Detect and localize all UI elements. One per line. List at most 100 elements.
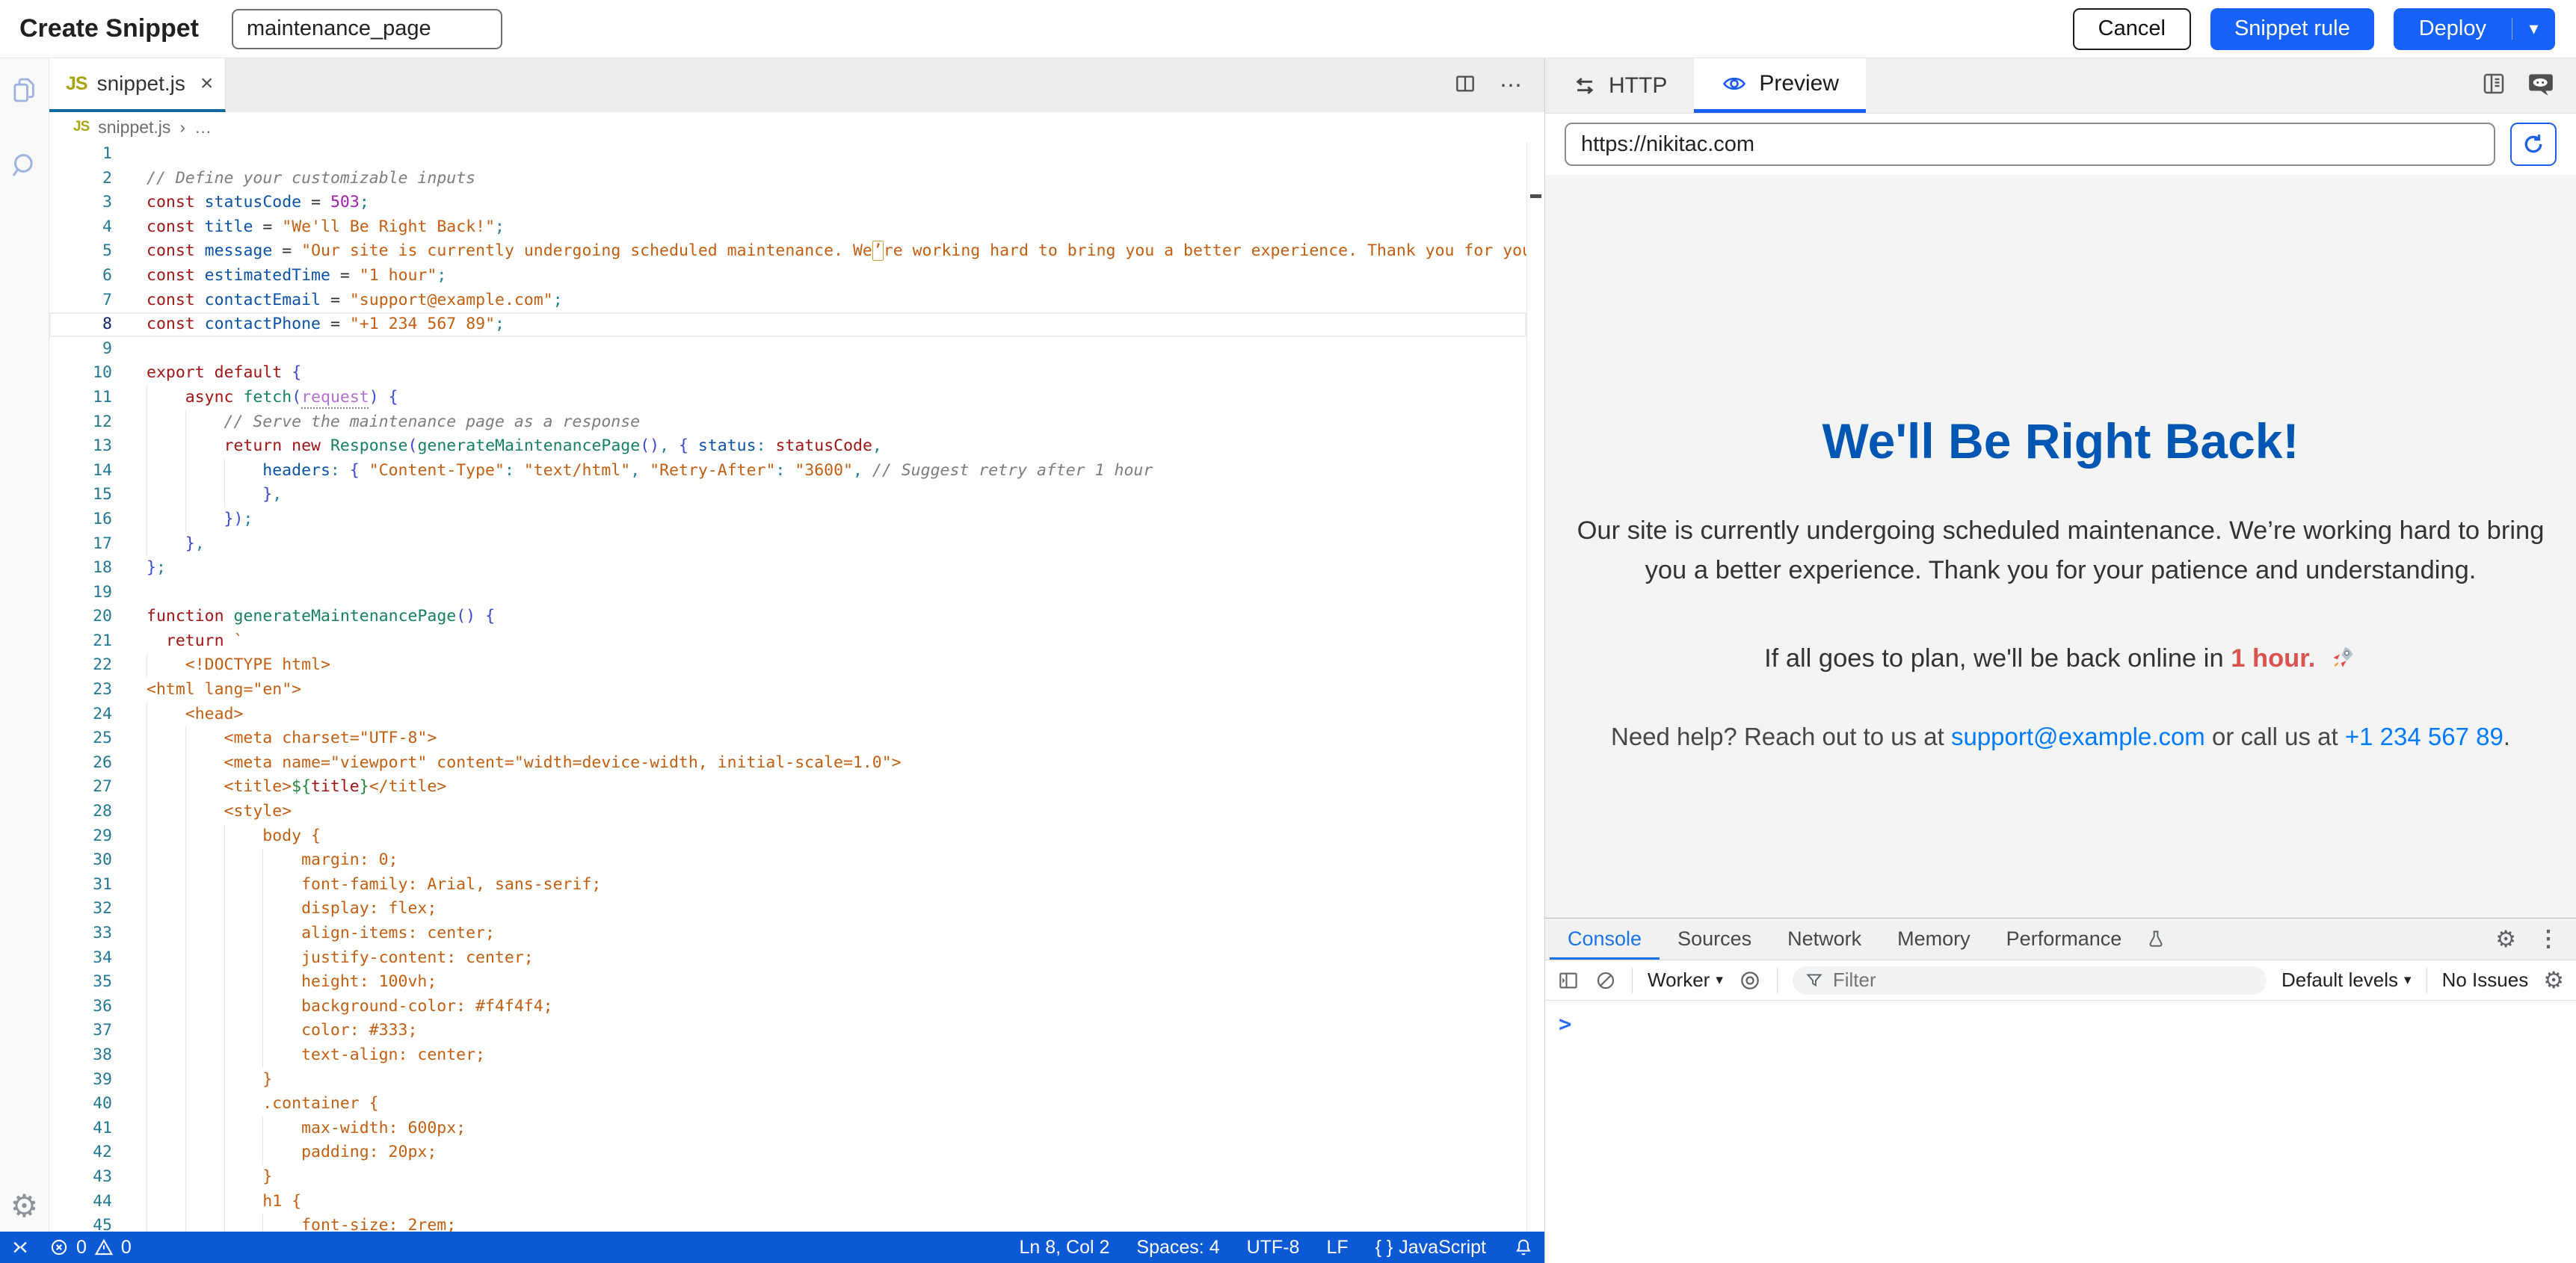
code-line-27[interactable]: 27<title>${title}</title> [49, 775, 1526, 800]
performance-flask-icon[interactable] [2139, 918, 2172, 960]
console-filter-input[interactable]: Filter [1793, 966, 2267, 995]
tab-close-icon[interactable]: × [200, 72, 214, 95]
code-line-29[interactable]: 29body { [49, 824, 1526, 849]
deploy-dropdown-button[interactable]: ▾ [2512, 18, 2555, 40]
code-line-14[interactable]: 14headers: { "Content-Type": "text/html"… [49, 459, 1526, 484]
cursor-position[interactable]: Ln 8, Col 2 [1020, 1237, 1110, 1259]
code-line-25[interactable]: 25<meta charset="UTF-8"> [49, 726, 1526, 751]
code-line-37[interactable]: 37color: #333; [49, 1019, 1526, 1043]
language-mode[interactable]: { } JavaScript [1375, 1237, 1486, 1259]
code-line-31[interactable]: 31font-family: Arial, sans-serif; [49, 873, 1526, 898]
code-line-11[interactable]: 11async fetch(request) { [49, 386, 1526, 410]
more-actions-icon[interactable]: ⋯ [1500, 72, 1523, 99]
code-line-30[interactable]: 30margin: 0; [49, 848, 1526, 873]
code-line-32[interactable]: 32display: flex; [49, 897, 1526, 921]
indent-guide [224, 1019, 263, 1043]
cancel-button[interactable]: Cancel [2073, 8, 2191, 50]
devtools-tab-memory[interactable]: Memory [1879, 918, 1988, 960]
code-line-34[interactable]: 34justify-content: center; [49, 946, 1526, 971]
code-line-23[interactable]: 23<html lang="en"> [49, 678, 1526, 702]
docs-book-icon[interactable] [2480, 70, 2507, 101]
live-expression-eye-icon[interactable] [1738, 969, 1762, 992]
preview-url-input[interactable] [1565, 123, 2495, 166]
devtools-tab-performance[interactable]: Performance [1988, 918, 2140, 960]
code-line-1[interactable]: 1 [49, 142, 1526, 167]
search-icon[interactable] [9, 150, 40, 185]
devtools-tab-sources[interactable]: Sources [1660, 918, 1769, 960]
code-line-28[interactable]: 28<style> [49, 800, 1526, 824]
code-line-38[interactable]: 38text-align: center; [49, 1043, 1526, 1068]
code-editor[interactable]: 12// Define your customizable inputs3con… [49, 142, 1544, 1232]
console-sidebar-toggle-icon[interactable] [1557, 969, 1580, 992]
clear-console-icon[interactable] [1594, 969, 1617, 992]
remote-indicator[interactable] [10, 1238, 30, 1257]
snippet-name-input[interactable] [232, 9, 502, 49]
code-line-40[interactable]: 40.container { [49, 1092, 1526, 1117]
eol-type[interactable]: LF [1326, 1237, 1348, 1259]
code-line-26[interactable]: 26<meta name="viewport" content="width=d… [49, 751, 1526, 776]
devtools-menu-icon[interactable]: ⋮ [2537, 926, 2560, 952]
code-line-33[interactable]: 33align-items: center; [49, 921, 1526, 946]
split-editor-icon[interactable] [1453, 72, 1477, 99]
code-line-8[interactable]: 8const contactPhone = "+1 234 567 89"; [49, 312, 1526, 337]
code-line-5[interactable]: 5const message = "Our site is currently … [49, 239, 1526, 264]
code-line-17[interactable]: 17}, [49, 532, 1526, 557]
code-line-19[interactable]: 19 [49, 581, 1526, 605]
code-line-39[interactable]: 39} [49, 1068, 1526, 1093]
line-number: 5 [49, 239, 147, 264]
devtools-tab-console[interactable]: Console [1550, 918, 1660, 960]
code-line-4[interactable]: 4const title = "We'll Be Right Back!"; [49, 215, 1526, 240]
code-line-2[interactable]: 2// Define your customizable inputs [49, 167, 1526, 191]
code-line-13[interactable]: 13return new Response(generateMaintenanc… [49, 434, 1526, 459]
console-settings-icon[interactable]: ⚙ [2543, 969, 2564, 992]
issues-counter[interactable]: No Issues [2442, 969, 2529, 992]
code-line-43[interactable]: 43} [49, 1165, 1526, 1190]
activity-bar: ⚙ [0, 58, 49, 1232]
phone-link[interactable]: +1 234 567 89 [2345, 723, 2503, 750]
support-chat-icon[interactable] [2527, 70, 2555, 102]
devtools-settings-icon[interactable]: ⚙ [2495, 927, 2516, 951]
breadcrumb-more[interactable]: … [194, 117, 212, 138]
code-line-6[interactable]: 6const estimatedTime = "1 hour"; [49, 264, 1526, 288]
indentation[interactable]: Spaces: 4 [1136, 1237, 1219, 1259]
editor-scrollbar[interactable] [1526, 142, 1544, 1232]
devtools-tab-network[interactable]: Network [1769, 918, 1879, 960]
refresh-button[interactable] [2510, 123, 2557, 166]
code-line-12[interactable]: 12// Serve the maintenance page as a res… [49, 410, 1526, 435]
code-line-44[interactable]: 44h1 { [49, 1190, 1526, 1214]
code-line-21[interactable]: 21 return ` [49, 629, 1526, 654]
problems-indicator[interactable]: 0 0 [49, 1237, 132, 1259]
code-line-41[interactable]: 41max-width: 600px; [49, 1117, 1526, 1141]
encoding[interactable]: UTF-8 [1247, 1237, 1300, 1259]
tab-snippet-js[interactable]: JS snippet.js × [49, 58, 226, 112]
execution-context-dropdown[interactable]: Worker ▾ [1648, 969, 1723, 992]
code-line-10[interactable]: 10export default { [49, 361, 1526, 386]
code-line-45[interactable]: 45font-size: 2rem; [49, 1214, 1526, 1232]
code-line-16[interactable]: 16}); [49, 507, 1526, 532]
notifications-bell-icon[interactable] [1513, 1237, 1534, 1258]
code-line-42[interactable]: 42padding: 20px; [49, 1140, 1526, 1165]
code-line-18[interactable]: 18}; [49, 556, 1526, 581]
tab-preview[interactable]: Preview [1694, 58, 1866, 113]
line-number: 21 [49, 629, 147, 654]
files-icon[interactable] [9, 75, 40, 110]
code-line-35[interactable]: 35height: 100vh; [49, 970, 1526, 995]
log-levels-dropdown[interactable]: Default levels ▾ [2281, 969, 2412, 992]
code-line-15[interactable]: 15}, [49, 483, 1526, 507]
code-line-9[interactable]: 9 [49, 337, 1526, 362]
console-prompt-chevron[interactable]: > [1559, 1011, 1571, 1037]
code-line-20[interactable]: 20function generateMaintenancePage() { [49, 605, 1526, 629]
breadcrumb[interactable]: JS snippet.js › … [49, 112, 1544, 142]
breadcrumb-file[interactable]: snippet.js [98, 117, 170, 138]
code-line-7[interactable]: 7const contactEmail = "support@example.c… [49, 288, 1526, 313]
code-line-36[interactable]: 36background-color: #f4f4f4; [49, 995, 1526, 1019]
deploy-button[interactable]: Deploy [2394, 16, 2512, 41]
snippet-rule-button[interactable]: Snippet rule [2210, 8, 2374, 50]
code-line-3[interactable]: 3const statusCode = 503; [49, 191, 1526, 215]
console-output[interactable]: > [1545, 1001, 2576, 1263]
code-line-24[interactable]: 24<head> [49, 702, 1526, 727]
support-email-link[interactable]: support@example.com [1951, 723, 2205, 750]
code-line-22[interactable]: 22<!DOCTYPE html> [49, 653, 1526, 678]
settings-gear-icon[interactable]: ⚙ [10, 1188, 39, 1224]
tab-http[interactable]: HTTP [1545, 58, 1694, 113]
